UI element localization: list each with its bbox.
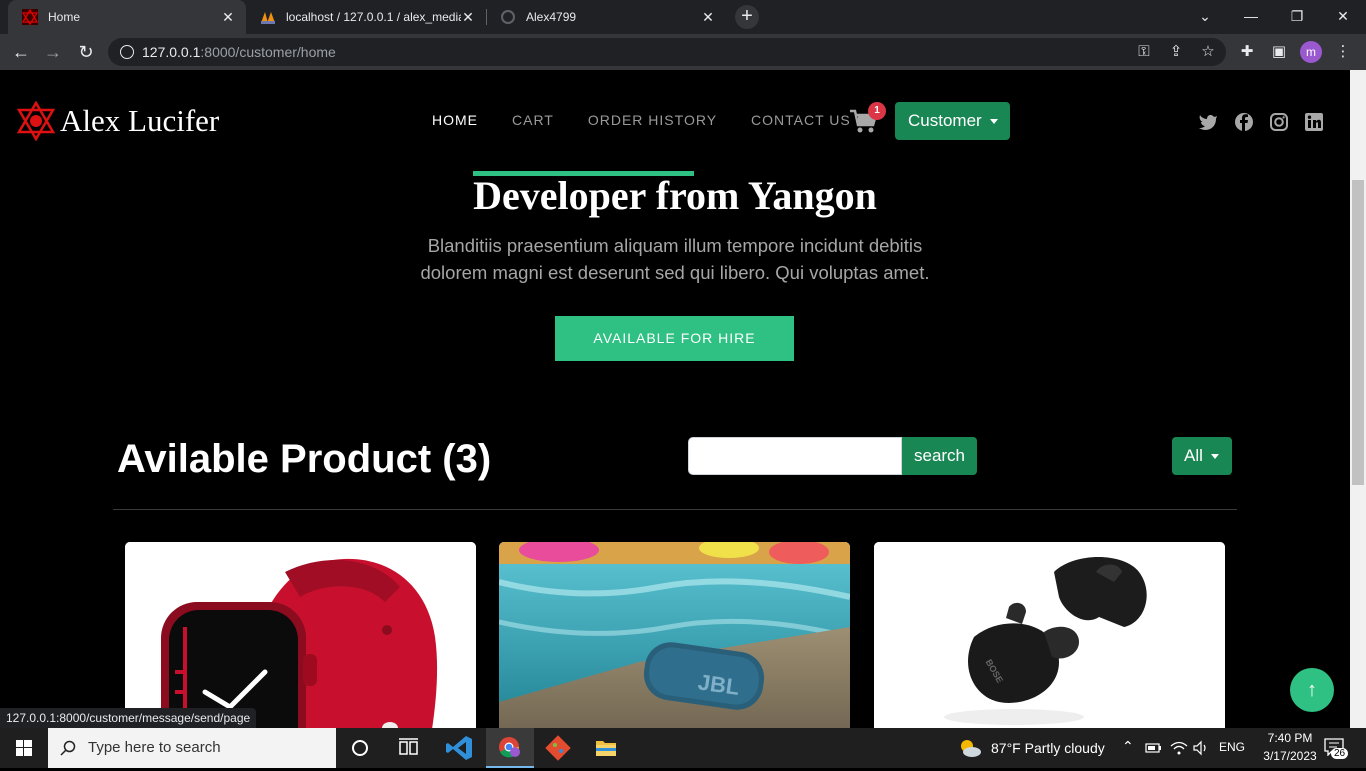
battery-icon[interactable]	[1145, 742, 1163, 754]
close-icon[interactable]: ✕	[220, 9, 236, 25]
extensions-icon[interactable]: ✚	[1237, 42, 1257, 62]
chrome-taskbar-button[interactable]	[486, 728, 534, 768]
key-icon[interactable]: ⚿	[1134, 42, 1154, 62]
bookmark-star-icon[interactable]: ☆	[1198, 42, 1218, 62]
tab-title: localhost / 127.0.0.1 / alex_media	[286, 10, 461, 24]
url-input[interactable]: 127.0.0.1:8000/customer/home	[108, 38, 1226, 66]
tab-home[interactable]: Home ✕	[8, 0, 246, 34]
caret-down-icon	[1210, 454, 1219, 460]
chevron-up-icon[interactable]: ⌃	[1122, 738, 1134, 755]
nav-home[interactable]: HOME	[432, 112, 478, 128]
tab-github[interactable]: Alex4799 ✕	[486, 0, 726, 34]
info-icon[interactable]	[120, 45, 134, 59]
clock-time[interactable]: 7:40 PM	[1260, 731, 1320, 745]
twitter-icon[interactable]	[1198, 112, 1218, 132]
profile-avatar[interactable]: m	[1300, 41, 1322, 63]
browser-tab-bar: Home ✕ localhost / 127.0.0.1 / alex_medi…	[0, 0, 1366, 34]
new-tab-button[interactable]: +	[735, 5, 759, 29]
vscode-icon[interactable]	[436, 728, 484, 768]
products-heading: Avilable Product (3)	[117, 437, 492, 481]
customer-label: Customer	[908, 111, 982, 130]
back-icon[interactable]: ←	[8, 39, 34, 65]
search-button[interactable]: search	[902, 437, 977, 475]
web-page: Alex Lucifer HOME CART ORDER HISTORY CON…	[0, 70, 1350, 728]
phpmyadmin-icon	[261, 12, 275, 24]
minimize-button[interactable]: —	[1228, 0, 1274, 34]
star-favicon-icon	[22, 9, 38, 25]
volume-icon[interactable]	[1192, 740, 1210, 756]
file-explorer-icon[interactable]	[582, 728, 630, 768]
caret-down-icon	[989, 119, 998, 125]
nav-cart[interactable]: CART	[512, 112, 554, 128]
tab-phpmyadmin[interactable]: localhost / 127.0.0.1 / alex_media ✕	[246, 0, 486, 34]
hero-subtitle: Blanditiis praesentium aliquam illum tem…	[420, 235, 930, 283]
divider	[113, 509, 1237, 510]
chevron-down-icon[interactable]: ⌄	[1182, 0, 1228, 34]
git-icon[interactable]	[534, 728, 582, 768]
linkedin-icon[interactable]	[1304, 112, 1324, 132]
weather-text[interactable]: 87°F Partly cloudy	[991, 740, 1105, 756]
loading-icon	[501, 10, 515, 24]
available-for-hire-button[interactable]: AVAILABLE FOR HIRE	[555, 316, 794, 361]
notification-count-badge: 26	[1331, 748, 1349, 759]
windows-taskbar: Type here to search 87°F Partly cloudy ⌃…	[0, 728, 1366, 768]
cortana-icon[interactable]	[336, 728, 384, 768]
url-host: 127.0.0.1	[142, 44, 201, 60]
nav-contact-us[interactable]: CONTACT US	[751, 112, 851, 128]
cart-count-badge: 1	[868, 102, 886, 120]
status-url-tooltip: 127.0.0.1:8000/customer/message/send/pag…	[0, 708, 257, 728]
tab-title: Alex4799	[526, 10, 577, 24]
menu-icon[interactable]: ⋮	[1333, 42, 1353, 62]
taskbar-search-placeholder: Type here to search	[88, 739, 221, 756]
close-icon[interactable]: ✕	[460, 9, 476, 25]
hexagram-logo-icon	[16, 101, 56, 141]
facebook-icon[interactable]	[1234, 112, 1254, 132]
search-icon	[60, 740, 76, 756]
restore-button[interactable]: ❐	[1274, 0, 1320, 34]
side-panel-icon[interactable]: ▣	[1269, 42, 1289, 62]
customer-dropdown-button[interactable]: Customer	[895, 102, 1010, 140]
wifi-icon[interactable]	[1170, 740, 1188, 756]
windows-start-icon[interactable]	[0, 728, 48, 768]
product-card[interactable]: BOSE	[874, 542, 1225, 728]
product-card[interactable]: JBL	[499, 542, 850, 728]
main-nav: HOME CART ORDER HISTORY CONTACT US	[432, 112, 885, 128]
product-search-input[interactable]	[688, 437, 902, 475]
task-view-icon[interactable]	[384, 728, 432, 768]
clock-date[interactable]: 3/17/2023	[1256, 749, 1324, 763]
product-card[interactable]	[125, 542, 476, 728]
hero-title: Developer from Yangon	[473, 173, 877, 218]
partly-cloudy-icon	[961, 740, 981, 757]
close-window-button[interactable]: ✕	[1320, 0, 1366, 34]
category-filter-dropdown[interactable]: All	[1172, 437, 1232, 475]
brand-logo[interactable]: Alex Lucifer	[16, 101, 219, 141]
language-indicator[interactable]: ENG	[1219, 740, 1245, 754]
product-image-watch	[125, 542, 476, 728]
forward-icon[interactable]: →	[40, 39, 66, 65]
scroll-to-top-button[interactable]: ↑	[1290, 668, 1334, 712]
nav-order-history[interactable]: ORDER HISTORY	[588, 112, 717, 128]
close-icon[interactable]: ✕	[700, 9, 716, 25]
chrome-icon	[499, 737, 520, 758]
brand-name: Alex Lucifer	[60, 103, 220, 138]
tab-title: Home	[48, 10, 81, 24]
product-image-speaker: JBL	[499, 542, 850, 728]
address-bar: ← → ↻ 127.0.0.1:8000/customer/home ⚿ ⇪ ☆…	[0, 34, 1366, 70]
scrollbar-thumb[interactable]	[1352, 180, 1364, 485]
taskbar-search-input[interactable]: Type here to search	[48, 728, 336, 768]
product-image-earbuds: BOSE	[874, 542, 1225, 728]
reload-icon[interactable]: ↻	[73, 39, 99, 65]
filter-label: All	[1184, 446, 1203, 465]
share-icon[interactable]: ⇪	[1166, 42, 1186, 62]
instagram-icon[interactable]	[1269, 112, 1289, 132]
url-path: :8000/customer/home	[200, 44, 336, 60]
